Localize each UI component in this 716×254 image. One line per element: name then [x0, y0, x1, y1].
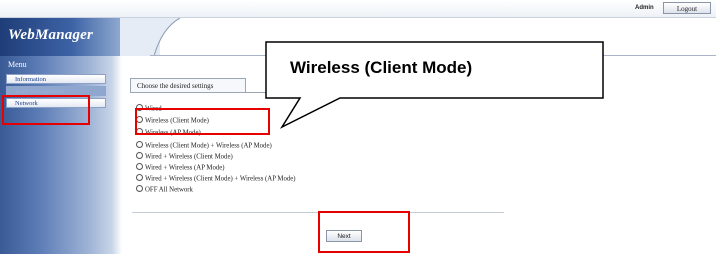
callout-bubble — [265, 41, 604, 129]
callout-text: Wireless (Client Mode) — [290, 58, 473, 77]
